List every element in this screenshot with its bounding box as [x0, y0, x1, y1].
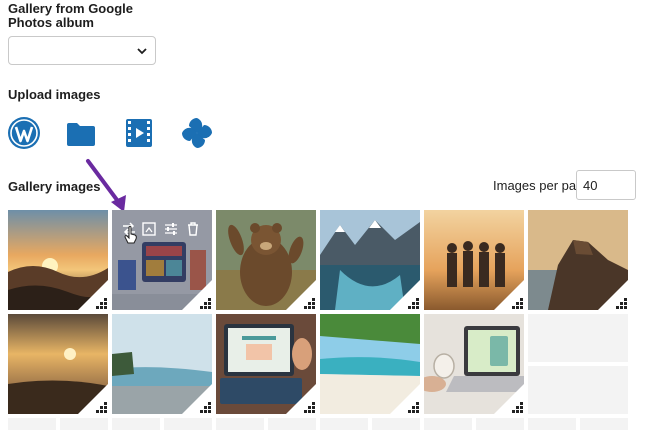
gallery-image-tropical-beach[interactable] — [320, 314, 420, 414]
crop-icon[interactable] — [142, 222, 156, 236]
resize-handle-icon[interactable] — [286, 384, 316, 414]
resize-handle-icon[interactable] — [598, 280, 628, 310]
resize-handle-icon[interactable] — [494, 384, 524, 414]
gallery-image-social-media-illustration[interactable] — [112, 210, 212, 310]
gallery-image-waving-bear[interactable] — [216, 210, 316, 310]
empty-slot — [8, 418, 56, 430]
empty-slot — [112, 418, 160, 430]
empty-slot — [476, 418, 524, 430]
gallery-image-beach-sunset[interactable] — [8, 314, 108, 414]
images-per-page-input[interactable] — [576, 170, 636, 200]
resize-handle-icon[interactable] — [182, 384, 212, 414]
google-photos-pinwheel-icon[interactable] — [180, 116, 214, 150]
chevron-down-icon — [137, 48, 147, 55]
resize-handle-icon[interactable] — [78, 384, 108, 414]
gallery-image-friends-at-sunset[interactable] — [424, 210, 524, 310]
gallery-image-pebble-beach[interactable] — [112, 314, 212, 414]
pointer-hand-icon — [124, 226, 137, 244]
resize-handle-icon[interactable] — [286, 280, 316, 310]
empty-slot — [216, 418, 264, 430]
resize-handle-icon[interactable] — [494, 280, 524, 310]
google-photos-album-label: Gallery from Google Photos album — [8, 1, 133, 30]
empty-slot — [528, 366, 628, 414]
trash-icon[interactable] — [186, 222, 200, 236]
empty-slot — [424, 418, 472, 430]
gallery-image-mountain-lake[interactable] — [320, 210, 420, 310]
empty-slot — [60, 418, 108, 430]
empty-slot — [528, 314, 628, 362]
gallery-image-sunset-over-mountains[interactable] — [8, 210, 108, 310]
empty-slot — [164, 418, 212, 430]
gallery-image-coastal-cliff[interactable] — [528, 210, 628, 310]
resize-handle-icon[interactable] — [390, 384, 420, 414]
wordpress-icon[interactable] — [7, 116, 41, 150]
empty-slot — [320, 418, 368, 430]
upload-images-label: Upload images — [8, 87, 101, 102]
settings-sliders-icon[interactable] — [164, 222, 178, 236]
empty-slot — [580, 418, 628, 430]
resize-handle-icon[interactable] — [78, 280, 108, 310]
empty-slot — [268, 418, 316, 430]
empty-slot — [372, 418, 420, 430]
resize-handle-icon[interactable] — [390, 280, 420, 310]
video-icon[interactable] — [125, 118, 153, 148]
google-photos-album-select[interactable] — [8, 36, 156, 65]
gallery-image-laptop-and-coffee[interactable] — [424, 314, 524, 414]
folder-icon[interactable] — [66, 120, 96, 148]
gallery-image-tablet-social-media-snapshot[interactable] — [216, 314, 316, 414]
gallery-images-label: Gallery images — [8, 179, 101, 194]
resize-handle-icon[interactable] — [182, 280, 212, 310]
empty-slot — [528, 418, 576, 430]
